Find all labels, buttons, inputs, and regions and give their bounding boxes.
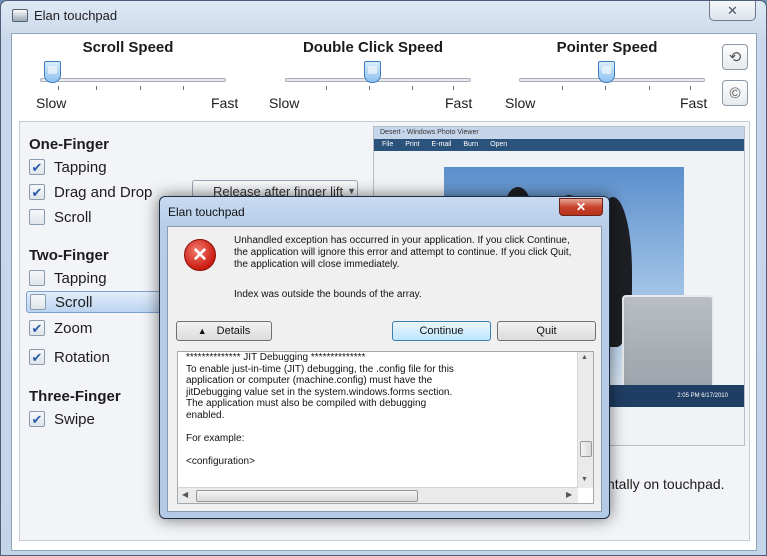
about-button[interactable]: © — [722, 80, 748, 106]
two-finger-heading: Two-Finger — [29, 247, 109, 264]
gesture-hint-text: ntally on touchpad. — [607, 476, 725, 492]
checkbox-checked[interactable]: ✔ — [29, 159, 45, 175]
scroll-up-icon[interactable]: ▲ — [581, 354, 588, 361]
scroll-left-icon[interactable]: ◀ — [182, 490, 188, 499]
checkbox-checked[interactable]: ✔ — [29, 184, 45, 200]
one-finger-heading: One-Finger — [29, 136, 110, 153]
double-click-speed-title: Double Click Speed — [302, 39, 444, 56]
two-finger-rotation-option[interactable]: ✔ Rotation — [29, 346, 110, 368]
pointer-speed-title: Pointer Speed — [556, 39, 658, 56]
checkbox-unchecked[interactable] — [30, 294, 46, 310]
fast-label: Fast — [680, 95, 708, 111]
slider-tick — [690, 86, 691, 90]
continue-button[interactable]: Continue — [392, 321, 491, 341]
quit-button[interactable]: Quit — [497, 321, 596, 341]
double-click-speed-slider: Double Click Speed Slow Fast — [269, 34, 473, 114]
checkbox-checked[interactable]: ✔ — [29, 411, 45, 427]
slider-tick — [562, 86, 563, 90]
scroll-speed-slider: Scroll Speed Slow Fast — [28, 34, 238, 114]
slider-tick — [412, 86, 413, 90]
slider-tick — [649, 86, 650, 90]
details-content: ************** JIT Debugging ***********… — [186, 352, 454, 467]
option-label: Rotation — [54, 348, 110, 366]
window-title: Elan touchpad — [34, 8, 118, 23]
option-label: Scroll — [55, 293, 93, 311]
slider-tick — [453, 86, 454, 90]
slider-tick — [96, 86, 97, 90]
preview-window-title: Desert - Windows Photo Viewer — [374, 127, 744, 139]
one-finger-scroll-option[interactable]: Scroll — [29, 206, 92, 228]
slider-tick — [605, 86, 606, 90]
details-button[interactable]: ▲ Details — [176, 321, 272, 341]
two-finger-tapping-option[interactable]: Tapping — [29, 267, 107, 289]
checkbox-checked[interactable]: ✔ — [29, 349, 45, 365]
slow-label: Slow — [269, 95, 300, 111]
reset-button[interactable]: ⟲ — [722, 44, 748, 70]
scroll-speed-title: Scroll Speed — [82, 39, 174, 56]
touchpad-illustration — [622, 295, 714, 390]
slider-thumb[interactable] — [44, 61, 61, 83]
error-icon: ✕ — [184, 239, 216, 271]
three-finger-heading: Three-Finger — [29, 388, 121, 405]
details-button-label: Details — [216, 325, 251, 337]
dialog-close-button[interactable]: ✕ — [559, 198, 603, 216]
scrollbar-thumb[interactable] — [196, 490, 418, 502]
slider-tick — [369, 86, 370, 90]
scroll-down-icon[interactable]: ▼ — [581, 476, 588, 483]
slider-tick — [58, 86, 59, 90]
one-finger-tapping-option[interactable]: ✔ Tapping — [29, 156, 107, 178]
option-label: Drag and Drop — [54, 183, 153, 201]
three-finger-swipe-option[interactable]: ✔ Swipe — [29, 408, 95, 430]
option-label: Tapping — [54, 158, 107, 176]
checkbox-unchecked[interactable] — [29, 270, 45, 286]
one-finger-drag-drop-option[interactable]: ✔ Drag and Drop — [29, 181, 152, 203]
pointer-speed-slider: Pointer Speed Slow Fast — [505, 34, 708, 114]
slider-thumb[interactable] — [598, 61, 615, 83]
error-message: Unhandled exception has occurred in your… — [234, 235, 572, 270]
horizontal-scrollbar[interactable]: ◀ ▶ — [178, 487, 578, 503]
two-finger-zoom-option[interactable]: ✔ Zoom — [29, 317, 92, 339]
option-label: Scroll — [54, 208, 92, 226]
checkbox-checked[interactable]: ✔ — [29, 320, 45, 336]
window-close-button[interactable]: ✕ — [709, 1, 756, 21]
option-label: Swipe — [54, 410, 95, 428]
slow-label: Slow — [505, 95, 536, 111]
option-label: Zoom — [54, 319, 93, 337]
chevron-down-icon: ▼ — [347, 186, 356, 196]
slider-tick — [326, 86, 327, 90]
title-bar: Elan touchpad ✕ — [1, 1, 766, 31]
scrollbar-thumb[interactable] — [580, 441, 592, 457]
two-finger-scroll-option[interactable]: Scroll — [26, 291, 176, 313]
dialog-body: ✕ Unhandled exception has occurred in yo… — [167, 226, 602, 512]
slider-thumb[interactable] — [364, 61, 381, 83]
vertical-scrollbar[interactable]: ▲ ▼ — [577, 352, 593, 488]
slider-track[interactable] — [40, 78, 226, 82]
dialog-title: Elan touchpad — [168, 205, 245, 219]
slow-label: Slow — [36, 95, 67, 111]
scroll-right-icon[interactable]: ▶ — [566, 490, 572, 499]
fast-label: Fast — [445, 95, 473, 111]
slider-tick — [140, 86, 141, 90]
app-icon — [12, 9, 28, 22]
checkbox-unchecked[interactable] — [29, 209, 45, 225]
error-dialog: Elan touchpad ✕ ✕ Unhandled exception ha… — [159, 196, 610, 519]
slider-tick — [183, 86, 184, 90]
preview-menu-bar: File Print E-mail Burn Open — [374, 139, 744, 151]
error-detail: Index was outside the bounds of the arra… — [234, 289, 422, 300]
details-textbox[interactable]: ************** JIT Debugging ***********… — [177, 351, 594, 504]
fast-label: Fast — [211, 95, 239, 111]
option-label: Tapping — [54, 269, 107, 287]
triangle-up-icon: ▲ — [197, 326, 207, 336]
